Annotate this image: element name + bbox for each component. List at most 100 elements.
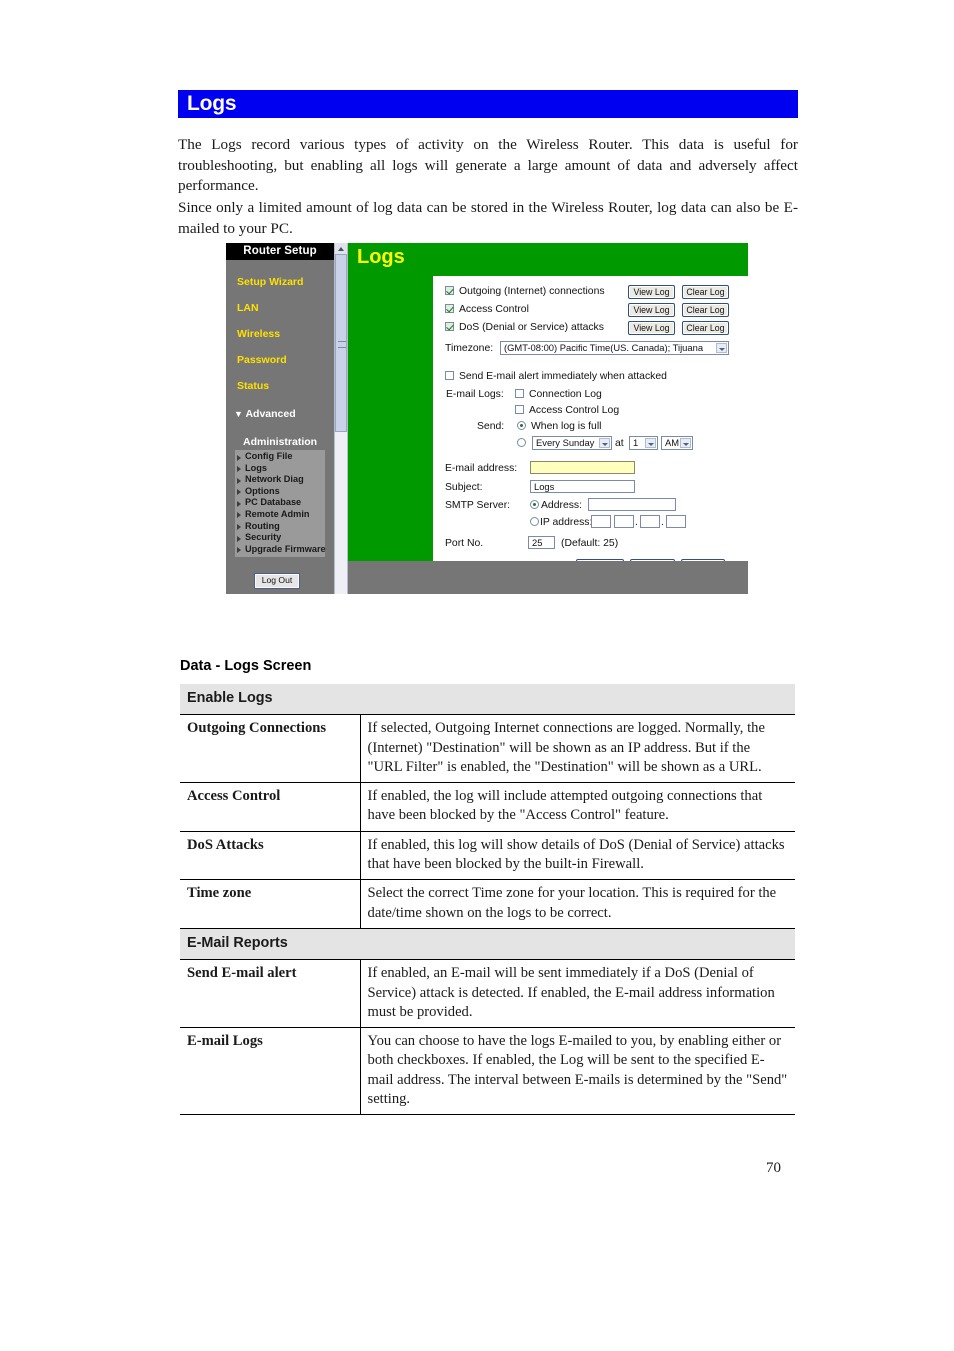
checkbox-access-control-log[interactable] <box>515 405 524 414</box>
sidebar-item-setup-wizard[interactable]: Setup Wizard <box>237 276 303 288</box>
table-row: Send E-mail alert If enabled, an E-mail … <box>180 959 795 1029</box>
radio-send-when-log-full[interactable] <box>517 421 526 430</box>
chevron-down-icon[interactable] <box>680 438 691 448</box>
smtp-ip-radio-row: IP address: <box>530 517 592 528</box>
ip-separator-dot-2: . <box>661 517 664 528</box>
smtp-ip-octet-3[interactable] <box>640 515 660 528</box>
chevron-down-icon[interactable] <box>645 438 656 448</box>
smtp-address-radio-row: Address: <box>530 500 582 511</box>
sidebar-item-password[interactable]: Password <box>237 354 287 366</box>
smtp-ip-octet-1[interactable] <box>591 515 611 528</box>
subject-input[interactable]: Logs <box>530 480 635 493</box>
sidebar-item-advanced-label: Advanced <box>245 408 296 420</box>
table-row: Access Control If enabled, the log will … <box>180 782 795 832</box>
radio-send-schedule[interactable] <box>517 438 526 447</box>
logs-banner-title: Logs <box>357 246 405 268</box>
port-no-input[interactable]: 25 <box>528 536 555 549</box>
send-when-full-row: When log is full <box>517 421 601 432</box>
email-address-label: E-mail address: <box>445 463 518 474</box>
intro-paragraph-2: Since only a limited amount of log data … <box>178 199 798 237</box>
table-row: E-mail Logs You can choose to have the l… <box>180 1027 795 1116</box>
sidebar-item-upgrade-firmware[interactable]: Upgrade Firmware <box>235 544 326 556</box>
enable-access-control-row: Access Control <box>445 304 529 315</box>
smtp-ip-octet-2[interactable] <box>614 515 634 528</box>
radio-smtp-address[interactable] <box>530 500 539 509</box>
subject-label: Subject: <box>445 482 483 493</box>
port-default-note: (Default: 25) <box>561 538 619 549</box>
label-send-when-log-full: When log is full <box>531 421 602 432</box>
clear-log-button-dos[interactable]: Clear Log <box>682 321 729 335</box>
smtp-address-input[interactable] <box>588 498 676 511</box>
router-content-pane: Logs Enable Logs E-Mail Reports E-Mail A… <box>348 243 748 594</box>
table-section-email-reports: E-Mail Reports <box>180 927 795 961</box>
checkbox-dos-attacks[interactable] <box>445 322 454 331</box>
send-schedule-row <box>517 438 531 449</box>
label-dos-attacks: DoS (Denial or Service) attacks <box>459 322 604 333</box>
sidebar-item-advanced[interactable]: ▼ Advanced <box>234 408 296 420</box>
sidebar-item-network-diag[interactable]: Network Diag <box>235 474 325 486</box>
table-row-key: Access Control <box>180 782 361 832</box>
timezone-label: Timezone: <box>445 343 494 354</box>
sidebar-item-status[interactable]: Status <box>237 380 269 392</box>
email-logs-label: E-mail Logs: <box>446 389 504 400</box>
clear-log-button-access-control[interactable]: Clear Log <box>682 303 729 317</box>
timezone-select[interactable]: (GMT-08:00) Pacific Time(US. Canada); Ti… <box>500 341 729 355</box>
smtp-server-label: SMTP Server: <box>445 500 511 511</box>
view-log-button-dos[interactable]: View Log <box>628 321 675 335</box>
table-row-key: Outgoing Connections <box>180 714 361 784</box>
chevron-down-icon[interactable] <box>599 438 610 448</box>
email-address-input[interactable] <box>530 461 635 474</box>
view-log-button-outgoing[interactable]: View Log <box>628 285 675 299</box>
table-row-key: Send E-mail alert <box>180 959 361 1029</box>
label-connection-log: Connection Log <box>529 389 602 400</box>
checkbox-access-control[interactable] <box>445 304 454 313</box>
chapter-heading-bar: Logs <box>178 90 798 118</box>
router-form-area: Outgoing (Internet) connections View Log… <box>433 276 748 574</box>
sidebar-item-pc-database[interactable]: PC Database <box>235 497 325 509</box>
logs-banner: Logs <box>348 243 748 276</box>
sidebar-item-logs[interactable]: Logs <box>235 463 325 475</box>
label-smtp-ip-address: IP address: <box>540 517 593 528</box>
sidebar-item-security[interactable]: Security <box>235 532 325 544</box>
schedule-ampm-value: AM <box>665 437 680 448</box>
send-label: Send: <box>477 421 505 432</box>
sidebar-submenu: Config File Logs Network Diag Options PC… <box>235 450 326 558</box>
sidebar-item-config-file[interactable]: Config File <box>235 451 325 463</box>
at-label: at <box>615 438 624 449</box>
router-setup-screenshot: Router Setup Setup Wizard LAN Wireless P… <box>226 243 748 611</box>
smtp-ip-octet-4[interactable] <box>666 515 686 528</box>
sidebar-item-routing[interactable]: Routing <box>235 521 325 533</box>
table-row-value: If selected, Outgoing Internet connectio… <box>360 714 795 784</box>
label-access-control-log: Access Control Log <box>529 405 620 416</box>
table-row: DoS Attacks If enabled, this log will sh… <box>180 831 795 881</box>
content-footer <box>348 561 748 594</box>
schedule-day-select[interactable]: Every Sunday <box>532 436 612 450</box>
sidebar-item-wireless[interactable]: Wireless <box>237 328 280 340</box>
chevron-down-icon[interactable] <box>716 343 727 353</box>
timezone-selected-value: (GMT-08:00) Pacific Time(US. Canada); Ti… <box>504 342 704 353</box>
schedule-hour-select[interactable]: 1 <box>629 436 658 450</box>
table-row-value: If enabled, an E-mail will be sent immed… <box>360 959 795 1029</box>
access-control-log-row: Access Control Log <box>515 405 619 416</box>
sidebar-item-lan[interactable]: LAN <box>237 302 259 314</box>
radio-smtp-ip-address[interactable] <box>530 517 539 526</box>
chevron-down-icon: ▼ <box>234 409 243 419</box>
view-log-button-access-control[interactable]: View Log <box>628 303 675 317</box>
checkbox-send-email-alert[interactable] <box>445 371 454 380</box>
table-section-label: Enable Logs <box>180 684 795 716</box>
checkbox-connection-log[interactable] <box>515 389 524 398</box>
scrollbar-thumb[interactable] <box>335 254 347 432</box>
checkbox-outgoing-connections[interactable] <box>445 286 454 295</box>
sidebar-item-remote-admin[interactable]: Remote Admin <box>235 509 325 521</box>
connection-log-row: Connection Log <box>515 389 602 400</box>
ip-separator-dot-1: . <box>635 517 638 528</box>
logout-button[interactable]: Log Out <box>254 573 300 589</box>
table-section-enable-logs: Enable Logs <box>180 684 795 716</box>
table-row-value: Select the correct Time zone for your lo… <box>360 879 795 929</box>
document-page: Logs The Logs record various types of ac… <box>0 0 954 1351</box>
clear-log-button-outgoing[interactable]: Clear Log <box>682 285 729 299</box>
vertical-scrollbar[interactable] <box>334 243 348 594</box>
sidebar-item-options[interactable]: Options <box>235 486 325 498</box>
table-row-key: E-mail Logs <box>180 1027 361 1116</box>
schedule-ampm-select[interactable]: AM <box>661 436 693 450</box>
